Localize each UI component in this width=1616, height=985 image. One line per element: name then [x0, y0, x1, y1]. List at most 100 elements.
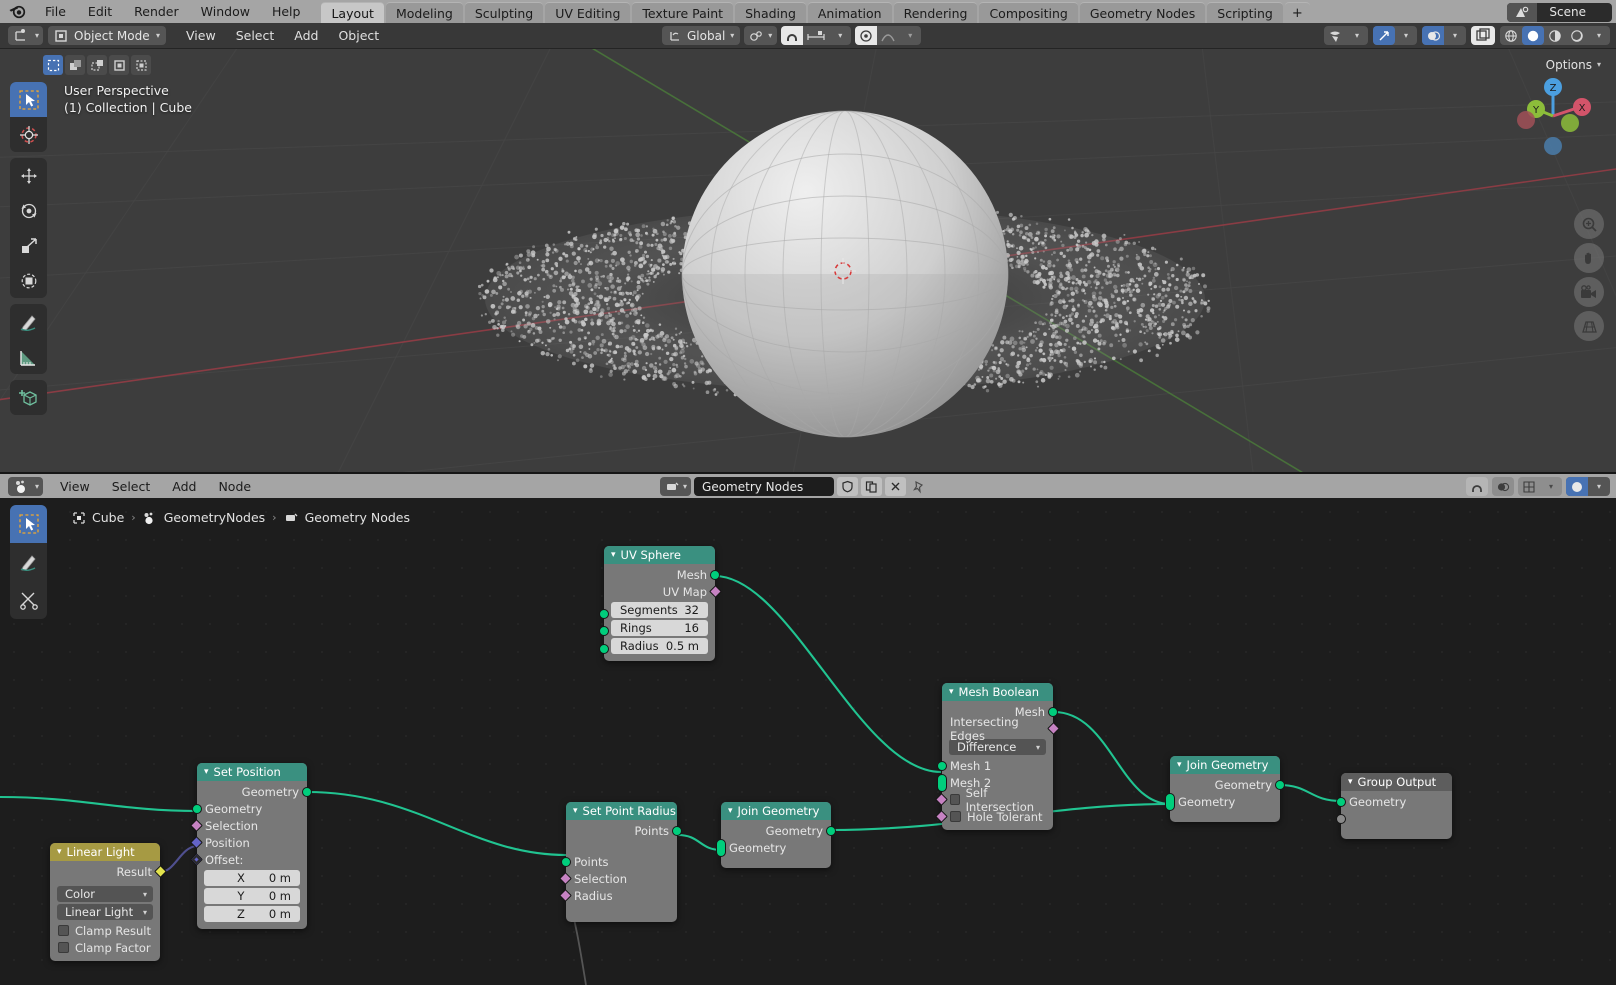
- proportional-edit-icon[interactable]: [855, 26, 878, 45]
- checkrow-self-intersection[interactable]: Self Intersection: [935, 786, 1053, 814]
- collapse-chevron-icon[interactable]: ▾: [573, 806, 578, 816]
- tool-cursor[interactable]: [10, 117, 47, 152]
- tool-add-cube[interactable]: [10, 380, 47, 415]
- editor-type-selector[interactable]: ▾: [8, 26, 44, 45]
- prop-radius[interactable]: Radius 0.5 m: [611, 638, 708, 654]
- menu-window[interactable]: Window: [190, 0, 261, 23]
- node-shading-toggle[interactable]: [1566, 477, 1588, 496]
- transform-orientation-selector[interactable]: Global ▾: [662, 26, 741, 45]
- node-set-point-radius-header[interactable]: ▾ Set Point Radius: [566, 802, 677, 820]
- tab-scripting[interactable]: Scripting: [1207, 2, 1283, 23]
- node-join-geometry-middle-header[interactable]: ▾ Join Geometry: [721, 802, 831, 820]
- tab-animation[interactable]: Animation: [807, 2, 892, 23]
- socket-segments-input[interactable]: [599, 609, 609, 619]
- tab-geometry-nodes[interactable]: Geometry Nodes: [1079, 2, 1206, 23]
- node-shading-caret-icon[interactable]: ▾: [1588, 477, 1610, 496]
- node-join-geometry-middle[interactable]: ▾ Join Geometry Geometry Geometry: [716, 802, 836, 868]
- tab-sculpting[interactable]: Sculpting: [464, 2, 544, 23]
- node-tools-caret-icon[interactable]: ▾: [1540, 477, 1562, 496]
- tab-rendering[interactable]: Rendering: [893, 2, 978, 23]
- tool-rotate[interactable]: [10, 193, 47, 228]
- tab-layout[interactable]: Layout: [321, 2, 384, 23]
- node-tool-annotate[interactable]: [10, 543, 47, 581]
- checkrow-clamp-result[interactable]: Clamp Result: [50, 922, 160, 939]
- viewport-menu-view[interactable]: View: [176, 28, 226, 43]
- node-editor-canvas[interactable]: Cube › GeometryNodes › Geometry Nodes ▾ …: [0, 498, 1616, 985]
- socket-points-input[interactable]: [561, 857, 571, 867]
- tool-annotate[interactable]: [10, 304, 47, 339]
- node-overlay-icon[interactable]: [1492, 477, 1514, 496]
- menu-render[interactable]: Render: [123, 0, 190, 23]
- socket-mesh1-input[interactable]: [937, 761, 947, 771]
- node-menu-select[interactable]: Select: [101, 479, 162, 494]
- socket-go-geometry-input[interactable]: [1336, 797, 1346, 807]
- toggle-perspective-button[interactable]: [1574, 311, 1604, 341]
- visibility-caret-icon[interactable]: ▾: [1346, 26, 1368, 45]
- tool-tweak-select[interactable]: [10, 82, 47, 117]
- prop-blend-channel-dropdown[interactable]: Color ▾: [57, 886, 153, 902]
- wireframe-shading-icon[interactable]: [1500, 26, 1522, 45]
- tool-transform[interactable]: [10, 263, 47, 298]
- socket-boolean-mesh-output[interactable]: [1048, 707, 1058, 717]
- node-uv-sphere[interactable]: ▾ UV Sphere Mesh UV Map Segments 32 Ring…: [599, 546, 722, 661]
- select-invert-icon[interactable]: [109, 55, 129, 75]
- node-menu-view[interactable]: View: [49, 479, 101, 494]
- node-uv-sphere-header[interactable]: ▾ UV Sphere: [604, 546, 715, 564]
- node-linear-light[interactable]: ▾ Linear Light Result Color ▾ Linear Lig…: [50, 843, 167, 961]
- collapse-chevron-icon[interactable]: ▾: [57, 847, 62, 857]
- new-nodetree-copy-icon[interactable]: [861, 477, 883, 496]
- socket-rings-input[interactable]: [599, 626, 609, 636]
- rendered-shading-icon[interactable]: [1566, 26, 1588, 45]
- socket-jgr-geometry-input[interactable]: [1165, 793, 1175, 811]
- viewport-menu-object[interactable]: Object: [328, 28, 389, 43]
- fake-user-shield-icon[interactable]: [837, 477, 859, 496]
- menu-edit[interactable]: Edit: [77, 0, 123, 23]
- menu-help[interactable]: Help: [261, 0, 312, 23]
- pan-view-button[interactable]: [1574, 243, 1604, 273]
- unlink-nodetree-icon[interactable]: [885, 477, 907, 496]
- tab-compositing[interactable]: Compositing: [979, 2, 1078, 23]
- checkbox-hole-tolerant[interactable]: [950, 811, 961, 822]
- scene-selector[interactable]: Scene: [1507, 3, 1612, 22]
- node-join-geometry-right-header[interactable]: ▾ Join Geometry: [1170, 756, 1280, 774]
- collapse-chevron-icon[interactable]: ▾: [949, 687, 954, 697]
- overlays-caret-icon[interactable]: ▾: [1444, 26, 1466, 45]
- node-set-position-header[interactable]: ▾ Set Position: [197, 763, 307, 781]
- prop-offset-y[interactable]: Y 0 m: [204, 888, 300, 904]
- select-intersect-icon[interactable]: [131, 55, 151, 75]
- nodetree-name-field[interactable]: Geometry Nodes: [694, 477, 835, 496]
- snap-target-icon[interactable]: [803, 26, 829, 45]
- collapse-chevron-icon[interactable]: ▾: [1177, 760, 1182, 770]
- socket-jgr-geometry-output[interactable]: [1275, 780, 1285, 790]
- breadcrumb-modifier[interactable]: GeometryNodes: [143, 510, 265, 525]
- menu-file[interactable]: File: [34, 0, 77, 23]
- node-group-output[interactable]: ▾ Group Output Geometry: [1336, 773, 1452, 839]
- gizmo-caret-icon[interactable]: ▾: [1395, 26, 1417, 45]
- prop-segments[interactable]: Segments 32: [611, 602, 708, 618]
- tab-modeling[interactable]: Modeling: [385, 2, 463, 23]
- node-linear-light-header[interactable]: ▾ Linear Light: [50, 843, 160, 861]
- socket-setpos-geometry-input[interactable]: [192, 804, 202, 814]
- xray-toggle[interactable]: [1471, 26, 1495, 45]
- tool-measure[interactable]: [10, 339, 47, 374]
- collapse-chevron-icon[interactable]: ▾: [204, 767, 209, 777]
- tool-move[interactable]: [10, 158, 47, 193]
- socket-points-output[interactable]: [672, 826, 682, 836]
- breadcrumb-object[interactable]: Cube: [72, 510, 124, 525]
- camera-view-button[interactable]: [1574, 277, 1604, 307]
- gizmo-toggle[interactable]: [1373, 26, 1395, 45]
- checkbox-clamp-factor[interactable]: [58, 942, 69, 953]
- socket-mesh2-input[interactable]: [937, 774, 947, 792]
- node-menu-add[interactable]: Add: [161, 479, 207, 494]
- checkbox-clamp-result[interactable]: [58, 925, 69, 936]
- falloff-icon[interactable]: [877, 26, 899, 45]
- falloff-caret-icon[interactable]: ▾: [899, 26, 921, 45]
- solid-shading-icon[interactable]: [1522, 26, 1544, 45]
- nodetree-type-icon[interactable]: ▾: [660, 477, 692, 496]
- zoom-view-button[interactable]: [1574, 209, 1604, 239]
- socket-jgm-geometry-input[interactable]: [716, 839, 726, 857]
- node-editor-type-selector[interactable]: ▾: [8, 476, 44, 496]
- node-group-output-header[interactable]: ▾ Group Output: [1341, 773, 1452, 791]
- overlays-toggle[interactable]: [1422, 26, 1444, 45]
- socket-mesh-output[interactable]: [710, 570, 720, 580]
